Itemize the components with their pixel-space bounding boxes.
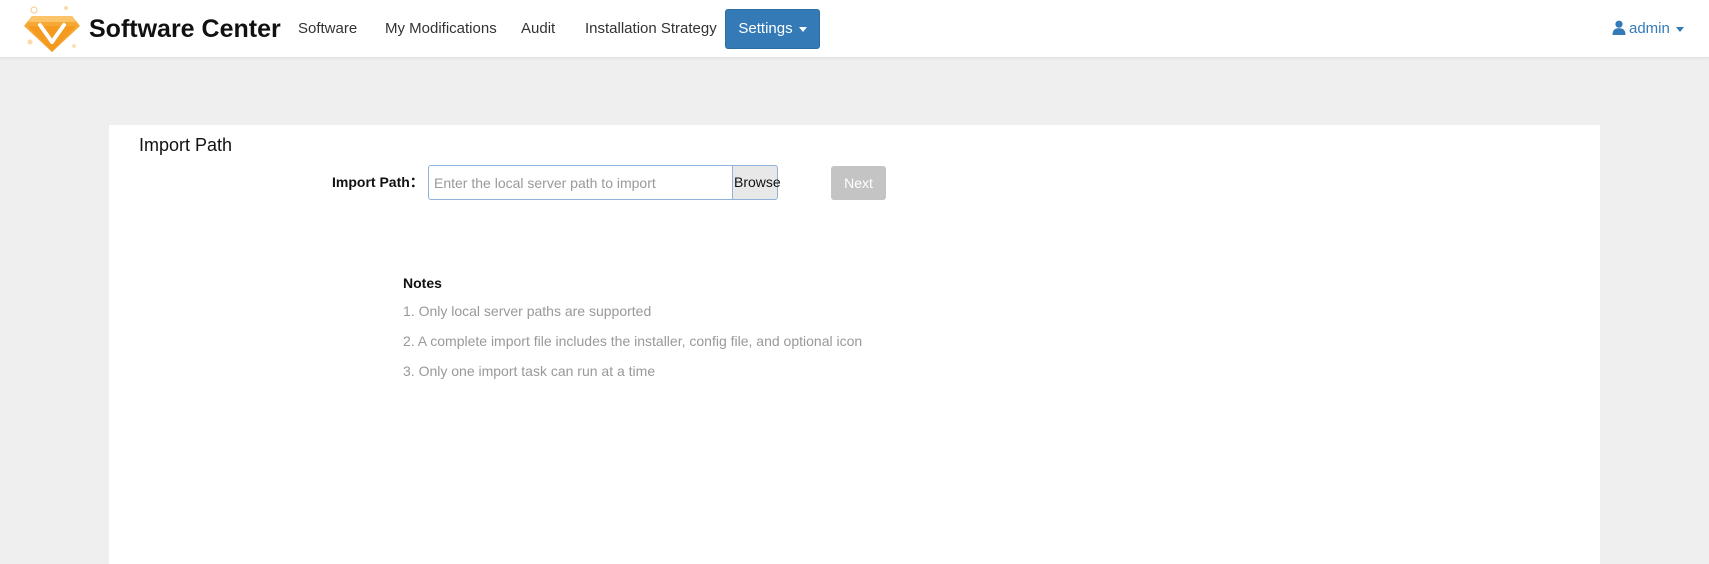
next-button[interactable]: Next <box>831 166 886 200</box>
nav-my-modifications[interactable]: My Modifications <box>385 19 497 39</box>
settings-dropdown-button[interactable]: Settings <box>725 9 820 49</box>
chevron-down-icon <box>798 26 807 32</box>
import-panel: Import Path Import Path： Browse Next Not… <box>109 125 1600 564</box>
nav-audit[interactable]: Audit <box>521 19 555 39</box>
settings-label: Settings <box>738 20 793 37</box>
user-icon <box>1612 20 1626 35</box>
notes-title: Notes <box>403 275 442 291</box>
note-item: 2. A complete import file includes the i… <box>403 333 863 349</box>
note-item: 3. Only one import task can run at a tim… <box>403 363 656 379</box>
import-path-input[interactable] <box>428 165 733 200</box>
user-name: admin <box>1629 20 1670 37</box>
logo-icon[interactable] <box>22 2 82 56</box>
import-path-label: Import Path： <box>332 174 424 190</box>
note-item: 1. Only local server paths are supported <box>403 303 652 319</box>
browse-button[interactable]: Browse <box>732 165 781 200</box>
user-menu[interactable]: admin <box>1612 19 1684 39</box>
nav-installation-strategy[interactable]: Installation Strategy <box>585 19 717 39</box>
top-navbar: Software Center Software My Modification… <box>0 0 1709 58</box>
chevron-down-icon <box>1675 26 1684 32</box>
panel-title: Import Path <box>139 135 233 155</box>
nav-software[interactable]: Software <box>298 19 357 39</box>
app-title[interactable]: Software Center <box>89 14 281 44</box>
